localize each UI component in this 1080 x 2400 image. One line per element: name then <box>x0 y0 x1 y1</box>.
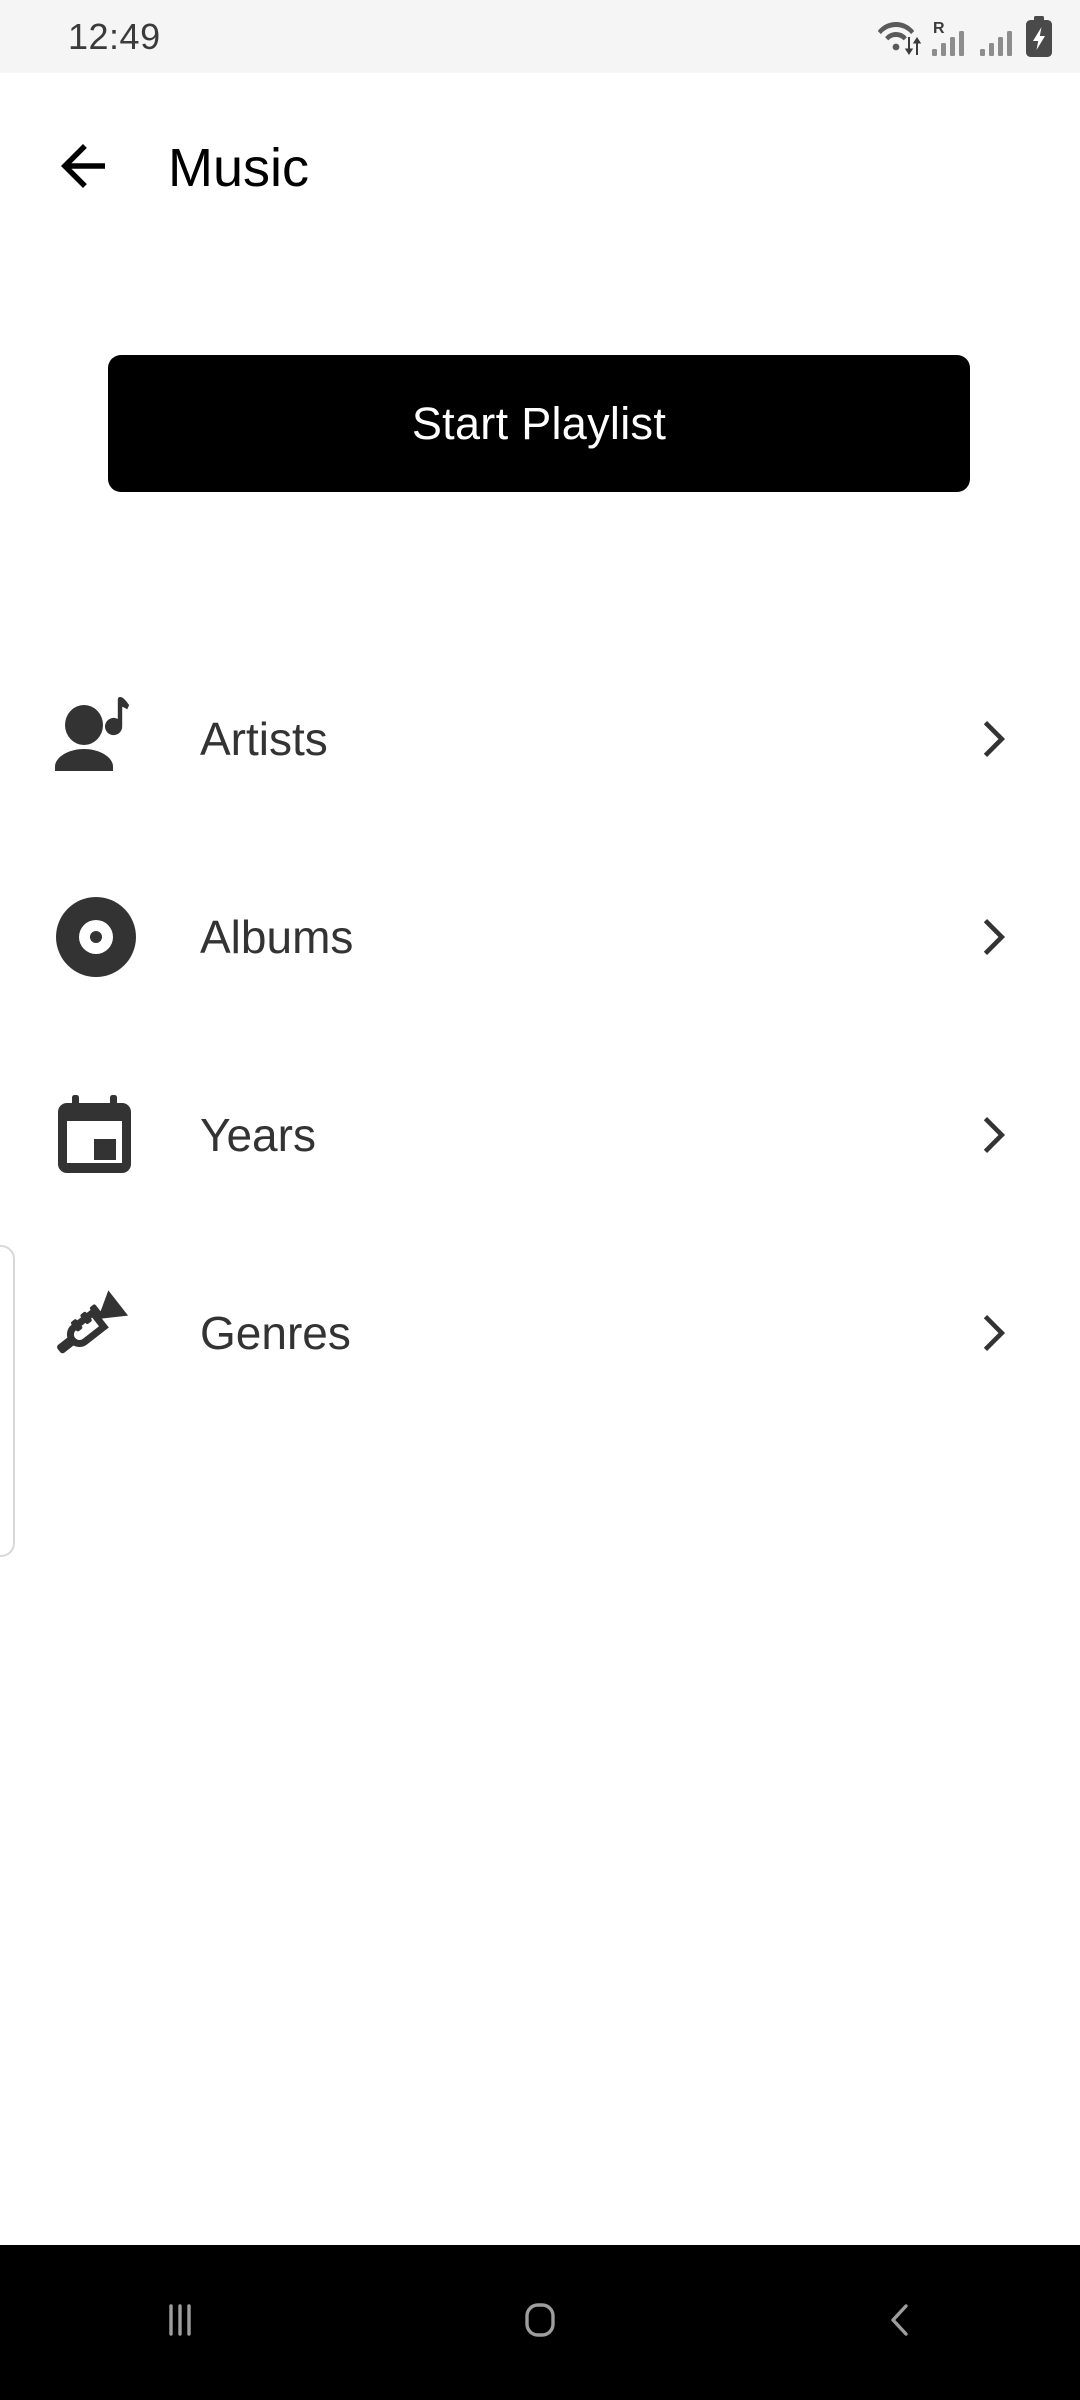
home-square-icon <box>512 2292 568 2353</box>
chevron-right-icon[interactable] <box>960 704 1030 774</box>
chevron-right-icon[interactable] <box>960 1100 1030 1170</box>
wifi-data-icon <box>877 17 923 57</box>
list-item-artists[interactable]: Artists <box>0 640 1080 838</box>
calendar-icon <box>48 1087 144 1183</box>
list-item-label: Artists <box>200 713 328 765</box>
list-item-genres[interactable]: Genres <box>0 1234 1080 1432</box>
list-item-years[interactable]: Years <box>0 1036 1080 1234</box>
android-navigation-bar <box>0 2245 1080 2400</box>
status-bar: 12:49 R <box>0 0 1080 73</box>
battery-charging-icon <box>1024 15 1054 58</box>
chevron-right-icon[interactable] <box>960 902 1030 972</box>
home-button[interactable] <box>360 2245 720 2400</box>
recents-bars-icon <box>152 2292 208 2353</box>
chevron-right-icon[interactable] <box>960 1298 1030 1368</box>
list-item-albums[interactable]: Albums <box>0 838 1080 1036</box>
back-navigation-button[interactable] <box>28 113 138 223</box>
back-button[interactable] <box>720 2245 1080 2400</box>
recents-button[interactable] <box>0 2245 360 2400</box>
list-item-label: Albums <box>200 911 354 963</box>
trumpet-icon <box>48 1285 144 1381</box>
music-category-list: Artists Albums Years Genres <box>0 640 1080 1432</box>
roaming-letter: R <box>933 20 945 37</box>
status-clock: 12:49 <box>68 15 161 57</box>
artist-person-music-note-icon <box>48 691 144 787</box>
vinyl-record-icon <box>48 889 144 985</box>
signal-roaming-icon: R <box>930 16 972 58</box>
page-title: Music <box>168 138 310 198</box>
start-playlist-button[interactable]: Start Playlist <box>108 355 970 492</box>
status-icon-group: R <box>877 15 1054 58</box>
app-screen: 12:49 R Music Start Playlist Artists Alb… <box>0 0 1080 2400</box>
signal-bars-icon <box>979 16 1017 58</box>
app-bar: Music <box>0 73 1080 263</box>
chevron-left-icon <box>872 2292 928 2353</box>
list-item-label: Years <box>200 1109 316 1161</box>
list-item-label: Genres <box>200 1307 351 1359</box>
arrow-left-icon <box>50 133 116 204</box>
